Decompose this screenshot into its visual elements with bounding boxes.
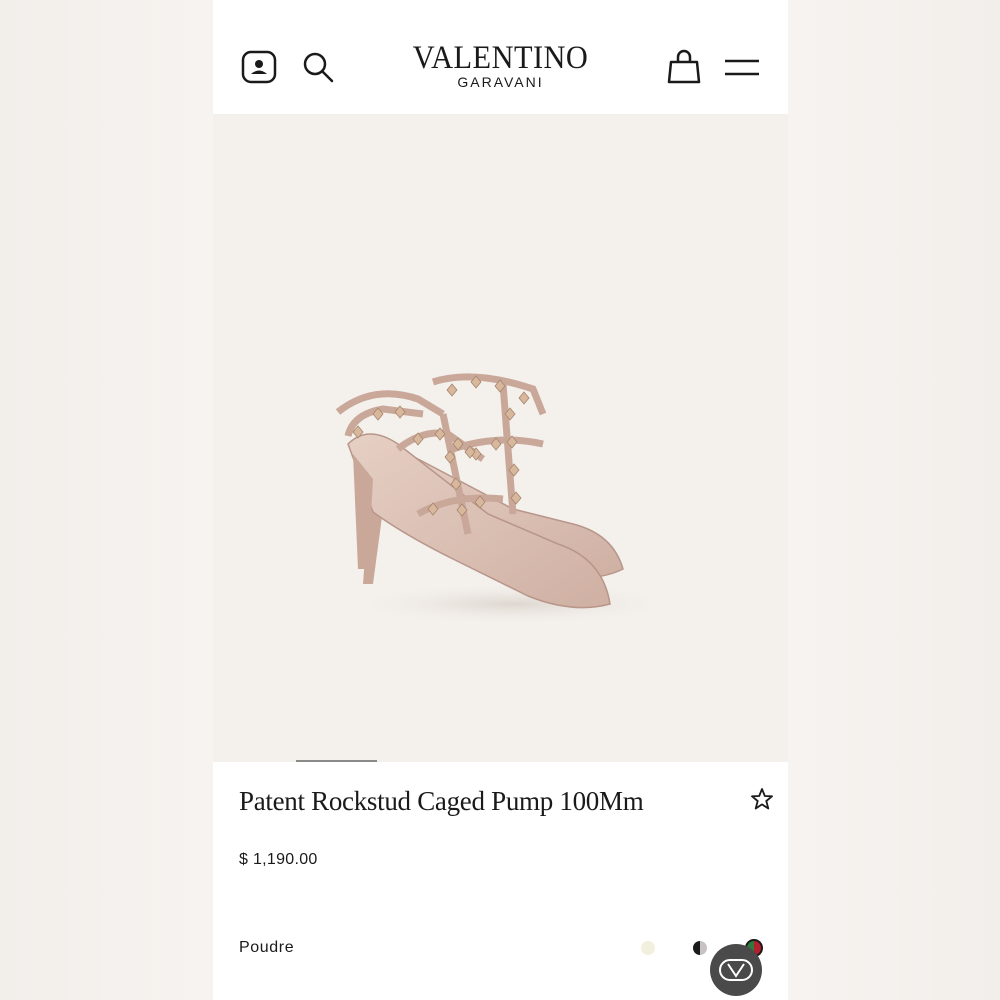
- shoe-illustration: [335, 373, 683, 626]
- product-price: $ 1,190.00: [239, 851, 318, 868]
- star-icon[interactable]: [749, 786, 775, 812]
- background-right: [788, 0, 1000, 1000]
- logo-subline: GARAVANI: [457, 74, 544, 90]
- product-image[interactable]: [213, 114, 788, 762]
- logo-wordmark: VALENTINO: [412, 40, 589, 76]
- menu-icon[interactable]: [723, 56, 761, 80]
- vlogo-icon[interactable]: [710, 944, 762, 996]
- gallery-indicator[interactable]: [296, 760, 377, 762]
- color-swatch-black-rose[interactable]: [693, 941, 707, 955]
- brand-logo[interactable]: VALENTINO GARAVANI: [383, 40, 618, 90]
- top-header: VALENTINO GARAVANI: [213, 0, 788, 114]
- shopping-bag-icon[interactable]: [667, 48, 701, 84]
- background-left: [0, 0, 213, 1000]
- product-title: Patent Rockstud Caged Pump 100Mm: [239, 786, 644, 816]
- phone-screen: VALENTINO GARAVANI Patent Rockstud Caged…: [213, 0, 788, 1000]
- color-swatch-ivory[interactable]: [641, 941, 655, 955]
- selected-color-name: Poudre: [239, 939, 295, 956]
- search-icon[interactable]: [301, 50, 335, 84]
- account-icon[interactable]: [241, 50, 277, 84]
